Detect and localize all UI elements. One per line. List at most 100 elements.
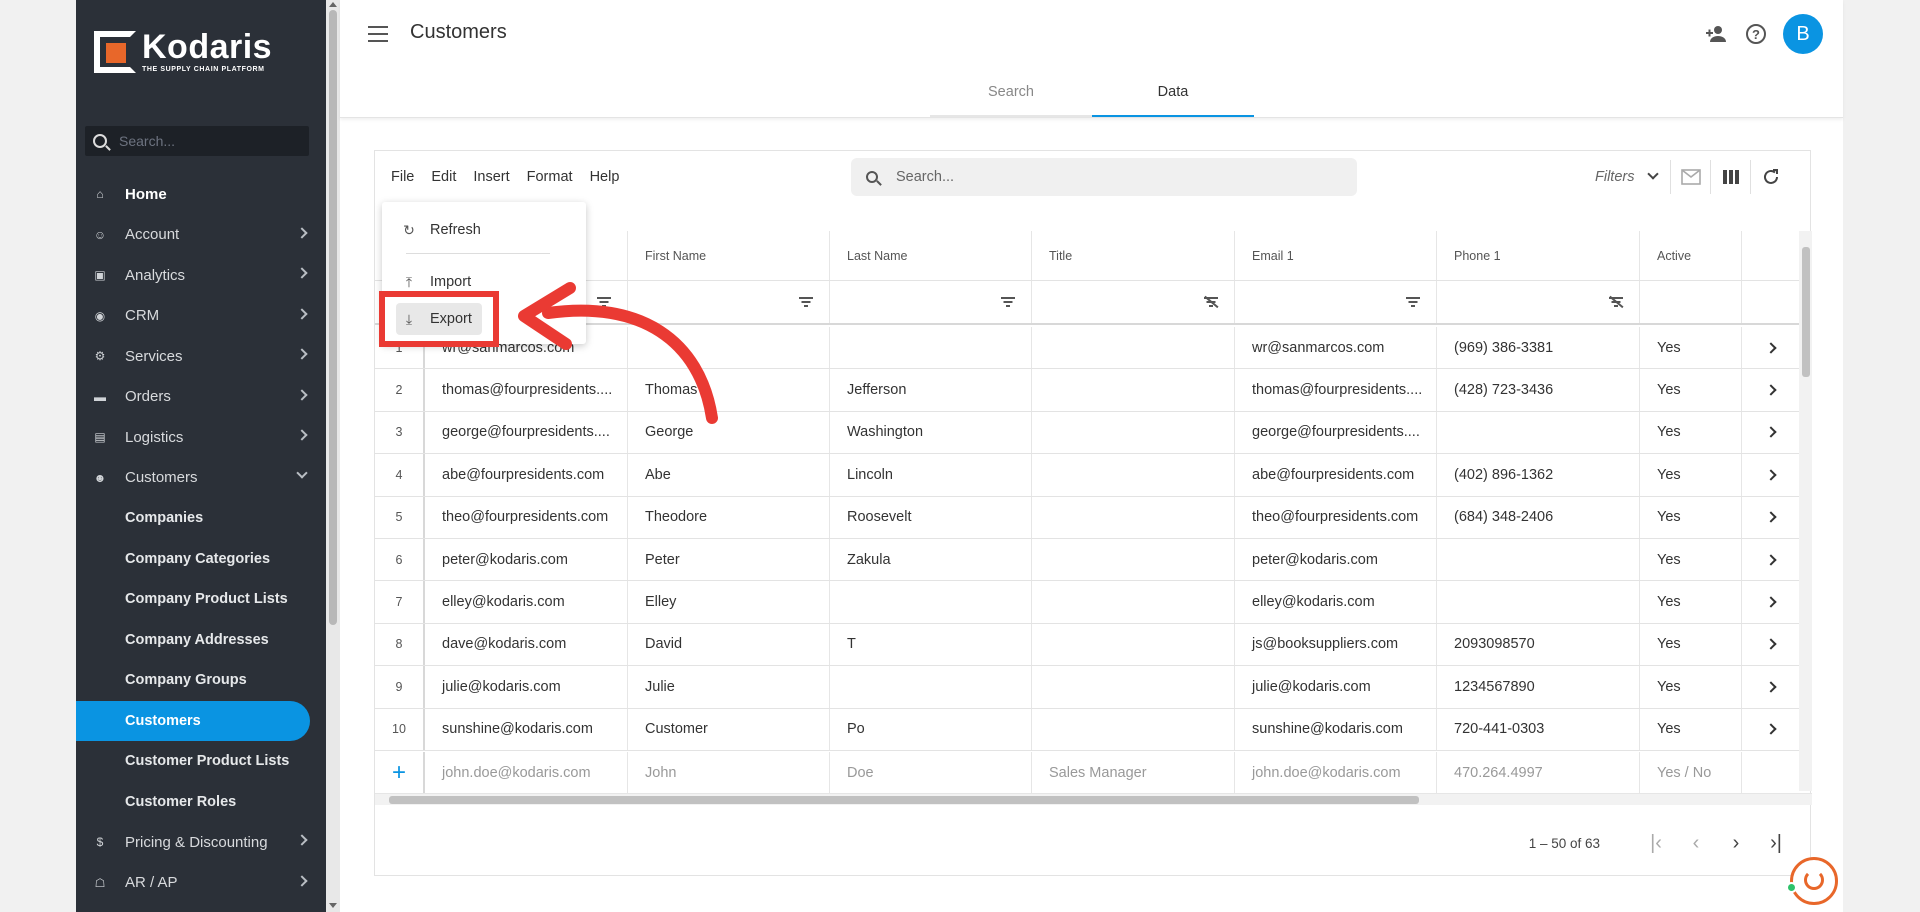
table-cell[interactable]: wr@sanmarcos.com: [1235, 327, 1437, 369]
help-icon[interactable]: ?: [1746, 24, 1766, 44]
table-cell[interactable]: 720-441-0303: [1437, 708, 1640, 750]
sidebar-item-companies[interactable]: Companies: [76, 498, 326, 539]
table-cell[interactable]: (684) 348-2406: [1437, 496, 1640, 538]
table-cell[interactable]: (402) 896-1362: [1437, 454, 1640, 496]
sidebar-item-pricing-discounting[interactable]: $ Pricing & Discounting: [76, 822, 326, 863]
add-user-icon[interactable]: [1705, 22, 1729, 46]
table-cell[interactable]: [1032, 454, 1235, 496]
sidebar-scrollbar[interactable]: [326, 0, 340, 912]
table-cell[interactable]: Thomas: [628, 369, 830, 411]
table-row[interactable]: 1 wr@sanmarcos.com wr@sanmarcos.com (969) 3…: [375, 327, 1799, 370]
sidebar-item-customer-roles[interactable]: Customer Roles: [76, 782, 326, 823]
sidebar-item-crm[interactable]: ◉ CRM: [76, 296, 326, 337]
table-cell[interactable]: peter@kodaris.com: [425, 539, 628, 581]
table-cell[interactable]: [1437, 581, 1640, 623]
kodaris-logo[interactable]: Kodaris THE SUPPLY CHAIN PLATFORM: [94, 30, 272, 73]
table-cell[interactable]: Washington: [830, 411, 1032, 454]
table-cell[interactable]: [1032, 369, 1235, 411]
column-header[interactable]: First Name: [628, 231, 830, 280]
table-cell[interactable]: T: [830, 623, 1032, 666]
sidebar-item-customers[interactable]: ☻ Customers: [76, 458, 326, 499]
table-cell[interactable]: Zakula: [830, 539, 1032, 581]
sidebar-item-logistics[interactable]: ▤ Logistics: [76, 417, 326, 458]
table-cell[interactable]: [1032, 666, 1235, 708]
tab-data[interactable]: Data: [1092, 72, 1254, 117]
table-cell[interactable]: (969) 386-3381: [1437, 327, 1640, 369]
table-vertical-scrollbar[interactable]: [1799, 231, 1812, 791]
table-row[interactable]: 4 abe@fourpresidents.com Abe Lincoln abe@fou…: [375, 454, 1799, 497]
table-cell[interactable]: [628, 327, 830, 369]
row-open-button[interactable]: [1742, 709, 1799, 750]
table-cell[interactable]: [1032, 539, 1235, 581]
filter-cell[interactable]: [1032, 281, 1235, 323]
menu-icon[interactable]: [368, 26, 388, 42]
columns-icon[interactable]: [1710, 160, 1750, 194]
row-open-button[interactable]: [1742, 539, 1799, 580]
sidebar-scroll-thumb[interactable]: [329, 10, 337, 625]
row-open-button[interactable]: [1742, 412, 1799, 453]
row-open-button[interactable]: [1742, 327, 1799, 368]
row-open-button[interactable]: [1742, 624, 1799, 665]
column-header[interactable]: Active: [1640, 231, 1742, 280]
table-cell[interactable]: [1437, 411, 1640, 454]
row-open-button[interactable]: [1742, 454, 1799, 495]
sidebar-item-company-categories[interactable]: Company Categories: [76, 539, 326, 580]
table-cell[interactable]: thomas@fourpresidents....: [1235, 369, 1437, 411]
table-cell[interactable]: Elley: [628, 581, 830, 623]
table-cell[interactable]: Julie: [628, 666, 830, 708]
table-cell[interactable]: Jefferson: [830, 369, 1032, 411]
column-header[interactable]: Phone 1: [1437, 231, 1640, 280]
next-page-icon[interactable]: ›: [1716, 828, 1756, 858]
table-cell[interactable]: theo@fourpresidents.com: [425, 496, 628, 538]
table-cell[interactable]: Lincoln: [830, 454, 1032, 496]
table-row[interactable]: 6 peter@kodaris.com Peter Zakula peter@kodar…: [375, 539, 1799, 582]
sidebar-item-company-addresses[interactable]: Company Addresses: [76, 620, 326, 661]
table-cell[interactable]: Yes: [1640, 369, 1742, 411]
menu-item-refresh[interactable]: ↻ Refresh: [382, 212, 586, 248]
table-row[interactable]: 8 dave@kodaris.com David Tjs@booksuppliers.…: [375, 623, 1799, 667]
filters-button[interactable]: Filters: [1595, 169, 1634, 185]
table-cell[interactable]: [1032, 496, 1235, 538]
table-cell[interactable]: [830, 581, 1032, 623]
first-page-icon[interactable]: |‹: [1636, 828, 1676, 858]
table-cell[interactable]: [1032, 411, 1235, 454]
menu-file[interactable]: File: [391, 169, 414, 185]
table-cell[interactable]: (428) 723-3436: [1437, 369, 1640, 411]
table-cell[interactable]: abe@fourpresidents.com: [425, 454, 628, 496]
table-cell[interactable]: Po: [830, 708, 1032, 750]
table-cell[interactable]: peter@kodaris.com: [1235, 539, 1437, 581]
table-row[interactable]: 3 george@fourpresidents.... George Washingt…: [375, 411, 1799, 455]
table-cell[interactable]: dave@kodaris.com: [425, 623, 628, 666]
new-row-field[interactable]: 470.264.4997: [1437, 752, 1640, 793]
sidebar-item-analytics[interactable]: ▣ Analytics: [76, 255, 326, 296]
table-cell[interactable]: Yes: [1640, 411, 1742, 454]
new-row-field[interactable]: Doe: [830, 752, 1032, 793]
sidebar-item-customers[interactable]: Customers: [76, 700, 310, 741]
row-open-button[interactable]: [1742, 581, 1799, 622]
filter-cell[interactable]: [830, 281, 1032, 323]
new-row-field[interactable]: john.doe@kodaris.com: [1235, 752, 1437, 793]
mail-icon[interactable]: [1670, 160, 1710, 194]
menu-help[interactable]: Help: [590, 169, 620, 185]
new-row-field[interactable]: John: [628, 752, 830, 793]
table-row[interactable]: 2 thomas@fourpresidents.... Thomas Jefferso…: [375, 369, 1799, 412]
table-cell[interactable]: [1032, 327, 1235, 369]
table-cell[interactable]: js@booksuppliers.com: [1235, 623, 1437, 666]
filter-cell[interactable]: [1437, 281, 1640, 323]
table-cell[interactable]: [830, 666, 1032, 708]
column-header[interactable]: Title: [1032, 231, 1235, 280]
table-cell[interactable]: David: [628, 623, 830, 666]
last-page-icon[interactable]: ›|: [1756, 828, 1796, 858]
table-cell[interactable]: Yes: [1640, 327, 1742, 369]
table-cell[interactable]: julie@kodaris.com: [1235, 666, 1437, 708]
table-cell[interactable]: [1032, 708, 1235, 750]
sidebar-item-company-groups[interactable]: Company Groups: [76, 660, 326, 701]
table-cell[interactable]: [1032, 581, 1235, 623]
add-row-button[interactable]: +: [375, 752, 425, 793]
sidebar-item-orders[interactable]: ▬ Orders: [76, 377, 326, 418]
new-row-field[interactable]: Sales Manager: [1032, 752, 1235, 793]
sidebar-item-home[interactable]: ⌂ Home: [76, 174, 326, 215]
table-cell[interactable]: Yes: [1640, 454, 1742, 496]
sidebar-item-company-product-lists[interactable]: Company Product Lists: [76, 579, 326, 620]
sidebar-item-ar-ap[interactable]: ☖ AR / AP: [76, 863, 326, 904]
